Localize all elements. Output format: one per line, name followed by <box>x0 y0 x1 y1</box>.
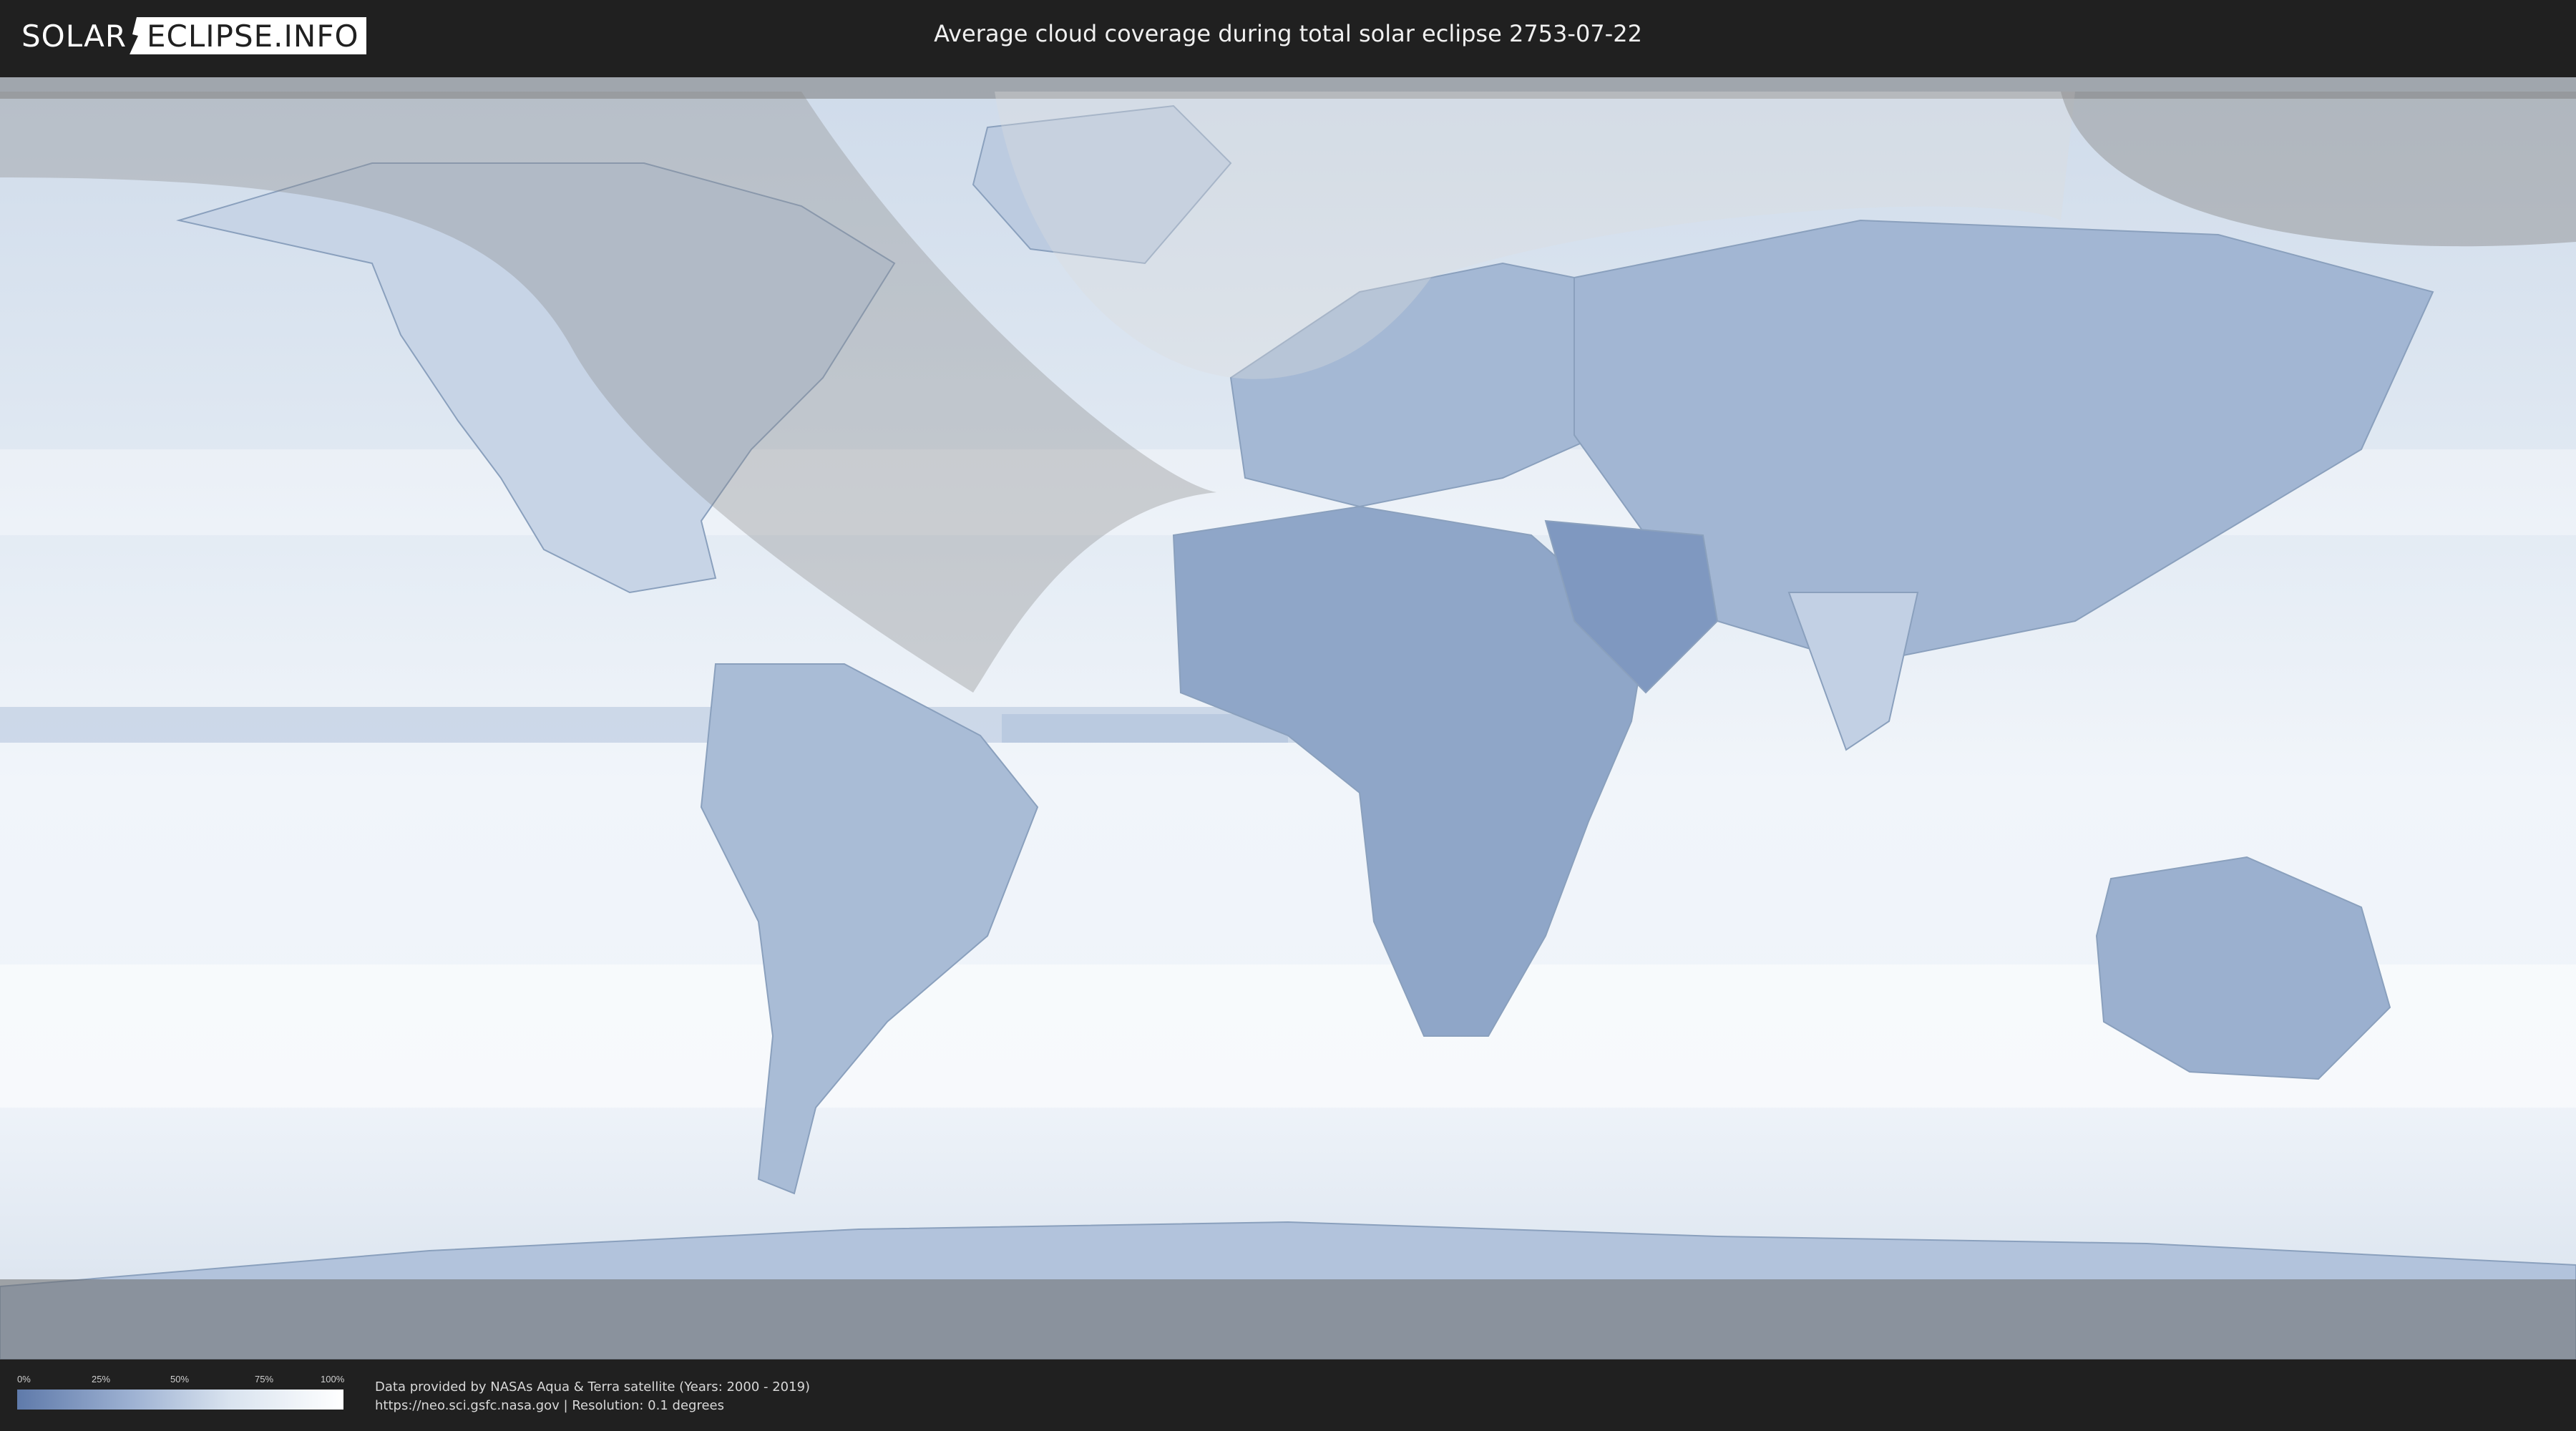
legend-tick-100: 100% <box>321 1374 345 1384</box>
credits-line-url: https://neo.sci.gsfc.nasa.gov | Resoluti… <box>375 1398 724 1413</box>
legend-tick-0: 0% <box>17 1374 31 1384</box>
legend-color-bar <box>17 1390 343 1410</box>
legend-tick-25: 25% <box>92 1374 111 1384</box>
legend-tick-50: 50% <box>170 1374 190 1384</box>
page-title: Average cloud coverage during total sola… <box>934 20 1642 47</box>
header-bar: SOLAR ECLIPSE.INFO Average cloud coverag… <box>0 0 2576 72</box>
credits-line-source: Data provided by NASAs Aqua & Terra sate… <box>375 1379 811 1395</box>
cloud-coverage-world-map[interactable] <box>0 77 2576 1359</box>
data-credits: Data provided by NASAs Aqua & Terra sate… <box>375 1378 810 1415</box>
cloud-coverage-legend: 0% 25% 50% 75% 100% <box>17 1374 345 1410</box>
legend-tick-75: 75% <box>255 1374 274 1384</box>
